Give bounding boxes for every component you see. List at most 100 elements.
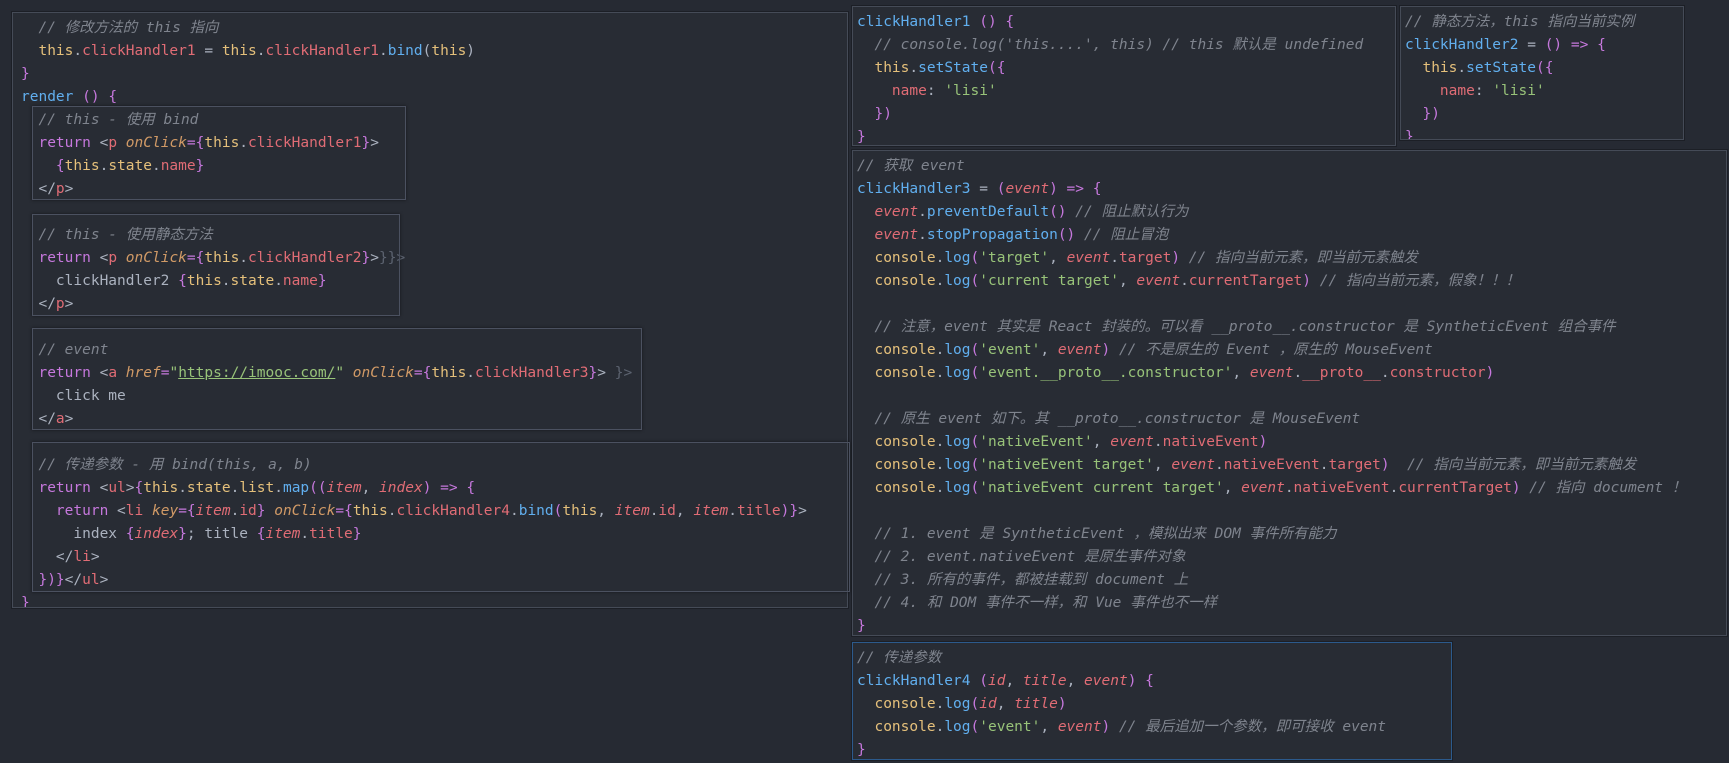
code-token: 'target' — [979, 250, 1050, 266]
code-token: id — [658, 503, 676, 519]
code-line: console.log('event.__proto__.constructor… — [857, 362, 1722, 385]
code-token: . — [728, 503, 738, 519]
code-token: console — [874, 342, 936, 358]
code-line: } — [21, 592, 839, 607]
code-line: return <ul>{this.state.list.map((item, i… — [21, 477, 839, 500]
code-line: this.setState({ — [1405, 57, 1679, 80]
code-token: } — [857, 129, 866, 145]
code-token: > — [64, 296, 74, 312]
code-token: // 阻止冒泡 — [1075, 227, 1169, 243]
code-token: // this - 使用静态方法 — [21, 227, 213, 243]
code-token: clickHandler2 — [21, 273, 179, 289]
code-line: clickHandler2 = () => { — [1405, 34, 1679, 57]
code-line: // 静态方法，this 指向当前实例 — [1405, 11, 1679, 34]
code-token: ( — [970, 719, 980, 735]
code-token: preventDefault — [926, 204, 1050, 220]
code-token: }}> — [379, 250, 406, 266]
code-token: this — [1422, 60, 1458, 76]
code-token: state — [108, 158, 152, 174]
code-token: ) — [466, 43, 476, 59]
code-token: < — [108, 503, 126, 519]
code-token: title — [1022, 673, 1067, 689]
code-token: , — [1040, 719, 1058, 735]
code-token: > — [99, 572, 109, 588]
code-token: // 3. 所有的事件，都被挂载到 document 上 — [857, 572, 1189, 588]
code-token: </ — [21, 549, 74, 565]
code-token: log — [944, 273, 971, 289]
code-token: console — [874, 273, 936, 289]
code-token: = — [970, 181, 997, 197]
code-token: 'event' — [979, 719, 1041, 735]
code-token: . — [509, 503, 519, 519]
code-line: // 2. event.nativeEvent 是原生事件对象 — [857, 546, 1722, 569]
code-token: { — [178, 273, 187, 289]
code-token: console — [874, 457, 936, 473]
code-token: => { — [1057, 181, 1102, 197]
code-token: // 注意，event 其实是 React 封装的。可以看 __proto__.… — [857, 319, 1616, 335]
code-token: } — [195, 158, 205, 174]
code-token: // 不是原生的 Event ，原生的 MouseEvent — [1110, 342, 1433, 358]
code-token: // 最后追加一个参数，即可接收 event — [1110, 719, 1387, 735]
code-token: , — [1092, 434, 1111, 450]
code-token: console — [874, 719, 936, 735]
code-token: currentTarget — [1188, 273, 1303, 289]
code-line: } — [857, 739, 1447, 759]
code-line: return <li key={item.id} onClick={this.c… — [21, 500, 839, 523]
code-token: // 1. event 是 SyntheticEvent ，模拟出来 DOM 事… — [857, 526, 1337, 542]
code-token: , — [675, 503, 694, 519]
code-token: . — [239, 135, 249, 151]
code-token: li — [125, 503, 144, 519]
code-token: // 阻止默认行为 — [1066, 204, 1189, 220]
code-token: name — [282, 273, 318, 289]
code-token: // 传递参数 - 用 bind(this, a, b) — [21, 457, 312, 473]
code-token: . — [99, 158, 109, 174]
code-token: event — [1110, 434, 1154, 450]
code-token: . — [935, 457, 945, 473]
code-line: this.clickHandler1 = this.clickHandler1.… — [21, 40, 839, 63]
code-token: event — [1249, 365, 1294, 381]
code-token: item — [265, 526, 301, 542]
code-token: } — [361, 135, 371, 151]
code-token: title — [737, 503, 781, 519]
code-token: log — [944, 457, 971, 473]
code-token: // 原生 event 如下。其 __proto__.constructor 是… — [857, 411, 1361, 427]
code-line: console.log('nativeEvent current target'… — [857, 477, 1722, 500]
code-token: target — [1118, 250, 1172, 266]
code-token: }) — [857, 106, 892, 122]
code-token: , — [996, 696, 1015, 712]
code-token: () => { — [1544, 37, 1606, 53]
code-token: ( — [970, 696, 980, 712]
code-token: . — [1214, 457, 1224, 473]
code-token: log — [944, 480, 971, 496]
code-line: // 传递参数 - 用 bind(this, a, b) — [21, 454, 839, 477]
code-token: , — [1153, 457, 1172, 473]
code-panel-click-handler-3: // 获取 event clickHandler3 = (event) => { … — [852, 150, 1727, 636]
code-line: // 原生 event 如下。其 __proto__.constructor 是… — [857, 408, 1722, 431]
code-token: </ — [64, 572, 83, 588]
code-token: . — [378, 43, 388, 59]
code-token: name — [160, 158, 196, 174]
code-line: return <p onClick={this.clickHandler1}> — [21, 132, 839, 155]
code-line: {this.state.name} — [21, 155, 839, 178]
code-token: // 获取 event — [857, 158, 965, 174]
code-token: , — [1232, 365, 1250, 381]
code-token: title — [309, 526, 353, 542]
code-line: // 1. event 是 SyntheticEvent ，模拟出来 DOM 事… — [857, 523, 1722, 546]
code-token: this — [143, 480, 179, 496]
code-token: // 指向当前元素，假象！！！ — [1311, 273, 1520, 289]
code-token: > — [64, 181, 74, 197]
code-token: ) — [1258, 434, 1268, 450]
code-token: . — [230, 503, 240, 519]
code-token: > — [370, 135, 379, 151]
code-line: this.setState({ — [857, 57, 1391, 80]
code-line: } — [857, 126, 1391, 145]
code-line: // 获取 event — [857, 155, 1722, 178]
